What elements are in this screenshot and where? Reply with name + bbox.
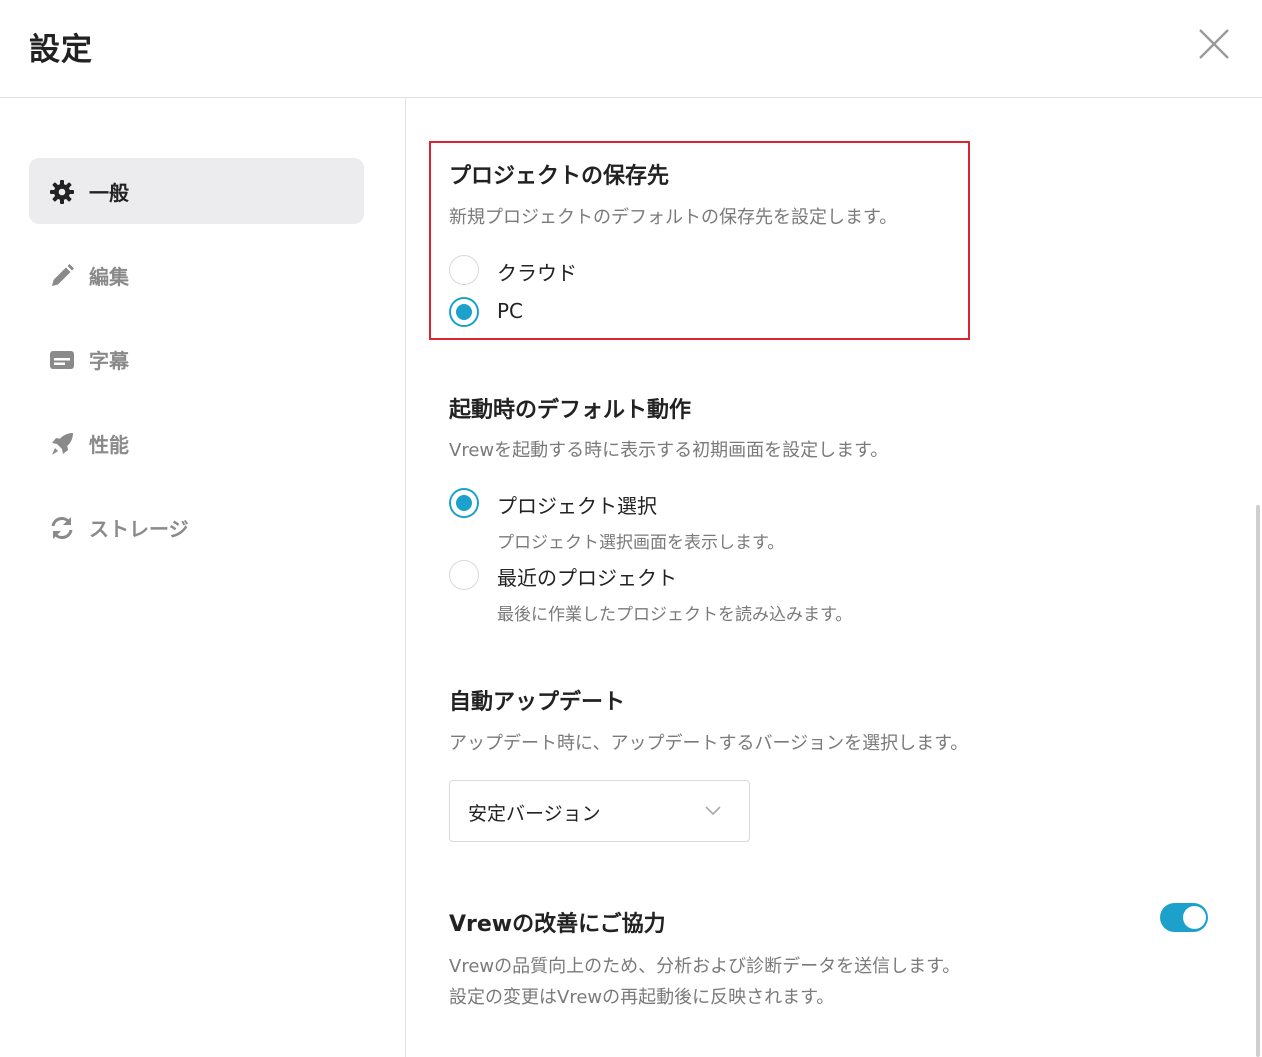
radio-project-select[interactable] <box>449 488 479 518</box>
section-description: アップデート時に、アップデートするバージョンを選択します。 <box>449 733 969 754</box>
toggle-knob <box>1183 906 1206 929</box>
sync-icon <box>51 517 73 539</box>
subtitle-icon <box>50 351 74 369</box>
section-title-startup: 起動時のデフォルト動作 <box>449 398 692 423</box>
section-description-line2: 設定の変更はVrewの再起動後に反映されます。 <box>449 987 835 1008</box>
radio-sub-project-select: プロジェクト選択画面を表示します。 <box>497 533 785 553</box>
radio-sub-recent-project: 最後に作業したプロジェクトを読み込みます。 <box>497 605 853 625</box>
sidebar-item-label: 一般 <box>89 181 129 205</box>
sidebar-item-subtitles[interactable]: 字幕 <box>29 326 364 392</box>
scrollbar[interactable] <box>1256 505 1260 1057</box>
settings-sidebar: 一般 編集 字幕 性能 ストレージ <box>0 98 406 1057</box>
radio-label-cloud[interactable]: クラウド <box>497 257 577 286</box>
close-button[interactable] <box>1194 24 1234 64</box>
radio-pc[interactable] <box>449 297 479 327</box>
sidebar-item-label: 性能 <box>89 433 129 457</box>
gear-icon <box>50 180 74 204</box>
rocket-icon <box>52 433 73 455</box>
sidebar-item-edit[interactable]: 編集 <box>29 242 364 308</box>
sidebar-item-storage[interactable]: ストレージ <box>29 494 364 560</box>
radio-recent-project[interactable] <box>449 560 479 590</box>
sidebar-item-general[interactable]: 一般 <box>29 158 364 224</box>
section-description-line1: Vrewの品質向上のため、分析および診断データを送信します。 <box>449 956 961 977</box>
radio-label-project-select[interactable]: プロジェクト選択 <box>497 490 657 519</box>
sidebar-item-label: 字幕 <box>89 349 129 373</box>
improve-toggle[interactable] <box>1160 903 1208 932</box>
select-value: 安定バージョン <box>468 803 601 825</box>
sidebar-item-label: ストレージ <box>89 517 189 541</box>
settings-header: 設定 <box>0 0 1262 98</box>
section-description: 新規プロジェクトのデフォルトの保存先を設定します。 <box>449 207 898 228</box>
sidebar-item-performance[interactable]: 性能 <box>29 410 364 476</box>
update-version-select[interactable]: 安定バージョン <box>449 780 750 842</box>
section-title-save-location: プロジェクトの保存先 <box>449 164 670 189</box>
chevron-down-icon <box>705 806 721 816</box>
sidebar-item-label: 編集 <box>89 265 129 289</box>
radio-label-pc[interactable]: PC <box>497 299 523 323</box>
section-title-improve: Vrewの改善にご協力 <box>449 912 666 937</box>
radio-label-recent-project[interactable]: 最近のプロジェクト <box>497 562 677 591</box>
section-description: Vrewを起動する時に表示する初期画面を設定します。 <box>449 440 889 461</box>
section-title-auto-update: 自動アップデート <box>449 690 626 715</box>
close-icon <box>1199 29 1229 59</box>
page-title: 設定 <box>29 32 93 68</box>
pencil-icon <box>52 264 74 286</box>
radio-cloud[interactable] <box>449 255 479 285</box>
